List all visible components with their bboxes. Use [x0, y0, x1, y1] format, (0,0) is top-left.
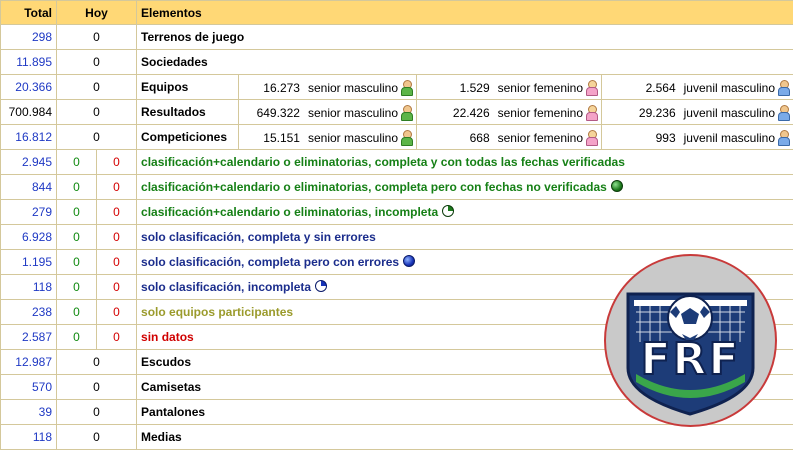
hoy-count: 0 — [55, 399, 138, 425]
total-link[interactable]: 12.987 — [0, 349, 57, 375]
hoy-count-a: 0 — [56, 299, 97, 325]
hoy-count-a: 0 — [56, 199, 97, 225]
hoy-count-a: 0 — [56, 249, 97, 275]
male-senior-icon — [400, 104, 414, 121]
hoy-count-a: 0 — [56, 274, 97, 300]
status-label: solo clasificación, completa y sin error… — [136, 224, 793, 250]
hoy-count-b: 0 — [95, 224, 138, 250]
hoy-count-b: 0 — [95, 274, 138, 300]
hoy-count: 0 — [55, 374, 138, 400]
total-link[interactable]: 6.928 — [0, 224, 57, 250]
total-link[interactable]: 16.812 — [0, 124, 57, 150]
hoy-count-b: 0 — [95, 324, 138, 350]
status-row: 844 0 0 clasificación+calendario o elimi… — [0, 174, 793, 200]
row-terrenos: 298 0 Terrenos de juego — [0, 24, 793, 50]
total-link[interactable]: 118 — [0, 274, 57, 300]
sub-senior-masculino: 15.151 senior masculino — [238, 124, 418, 150]
total-link[interactable]: 298 — [0, 24, 57, 50]
row-resultados: 700.984 0 Resultados 649.322 senior mascu… — [0, 99, 793, 125]
female-senior-icon — [585, 129, 599, 146]
total-link[interactable]: 570 — [0, 374, 57, 400]
hoy-count: 0 — [55, 24, 138, 50]
blue-partial-dot-icon — [315, 280, 328, 292]
status-row: 6.928 0 0 solo clasificación, completa y… — [0, 224, 793, 250]
total-value: 700.984 — [0, 99, 57, 125]
status-label: clasificación+calendario o eliminatorias… — [136, 199, 793, 225]
hoy-count: 0 — [55, 99, 138, 125]
total-link[interactable]: 2.945 — [0, 149, 57, 175]
header-row: Total Hoy Elementos — [0, 0, 793, 25]
hoy-count: 0 — [55, 424, 138, 450]
sub-senior-masculino: 16.273 senior masculino — [238, 74, 418, 100]
male-senior-icon — [400, 129, 414, 146]
hoy-count-a: 0 — [56, 149, 97, 175]
blue-full-dot-icon — [403, 255, 416, 267]
hoy-count-b: 0 — [95, 149, 138, 175]
total-link[interactable]: 118 — [0, 424, 57, 450]
row-medias: 118 0 Medias — [0, 424, 793, 450]
row-label: Equipos — [136, 74, 240, 100]
total-link[interactable]: 1.195 — [0, 249, 57, 275]
row-label: Medias — [136, 424, 793, 450]
hoy-count-a: 0 — [56, 324, 97, 350]
hoy-count: 0 — [55, 49, 138, 75]
hoy-count-a: 0 — [56, 174, 97, 200]
row-label: Resultados — [136, 99, 240, 125]
total-link[interactable]: 39 — [0, 399, 57, 425]
hoy-count: 0 — [55, 349, 138, 375]
male-youth-icon — [777, 79, 791, 96]
status-label: clasificación+calendario o eliminatorias… — [136, 149, 793, 175]
female-senior-icon — [585, 104, 599, 121]
hoy-count: 0 — [55, 74, 138, 100]
status-label: clasificación+calendario o eliminatorias… — [136, 174, 793, 200]
sub-senior-femenino: 22.426 senior femenino — [416, 99, 603, 125]
male-youth-icon — [777, 104, 791, 121]
hoy-count-b: 0 — [95, 299, 138, 325]
hoy-count-a: 0 — [56, 224, 97, 250]
header-total: Total — [0, 0, 57, 25]
total-link[interactable]: 20.366 — [0, 74, 57, 100]
row-equipos: 20.366 0 Equipos 16.273 senior masculino … — [0, 74, 793, 100]
hoy-count: 0 — [55, 124, 138, 150]
sub-senior-femenino: 668 senior femenino — [416, 124, 603, 150]
male-youth-icon — [777, 129, 791, 146]
sub-juvenil-masculino: 29.236 juvenil masculino — [601, 99, 793, 125]
sub-senior-femenino: 1.529 senior femenino — [416, 74, 603, 100]
total-link[interactable]: 11.895 — [0, 49, 57, 75]
row-competiciones: 16.812 0 Competiciones 15.151 senior masc… — [0, 124, 793, 150]
total-link[interactable]: 238 — [0, 299, 57, 325]
row-sociedades: 11.895 0 Sociedades — [0, 49, 793, 75]
hoy-count-b: 0 — [95, 249, 138, 275]
hoy-count-b: 0 — [95, 174, 138, 200]
frf-logo: FRF — [604, 254, 777, 427]
sub-juvenil-masculino: 993 juvenil masculino — [601, 124, 793, 150]
hoy-count-b: 0 — [95, 199, 138, 225]
green-full-dot-icon — [610, 180, 623, 192]
row-label: Sociedades — [136, 49, 793, 75]
header-hoy: Hoy — [55, 0, 138, 25]
status-row: 279 0 0 clasificación+calendario o elimi… — [0, 199, 793, 225]
sub-senior-masculino: 649.322 senior masculino — [238, 99, 418, 125]
header-elementos: Elementos — [136, 0, 793, 25]
total-link[interactable]: 279 — [0, 199, 57, 225]
logo-text: FRF — [640, 333, 741, 386]
sub-juvenil-masculino: 2.564 juvenil masculino — [601, 74, 793, 100]
row-label: Competiciones — [136, 124, 240, 150]
row-label: Terrenos de juego — [136, 24, 793, 50]
total-link[interactable]: 2.587 — [0, 324, 57, 350]
total-link[interactable]: 844 — [0, 174, 57, 200]
green-partial-dot-icon — [442, 205, 455, 217]
female-senior-icon — [585, 79, 599, 96]
male-senior-icon — [400, 79, 414, 96]
status-row: 2.945 0 0 clasificación+calendario o eli… — [0, 149, 793, 175]
